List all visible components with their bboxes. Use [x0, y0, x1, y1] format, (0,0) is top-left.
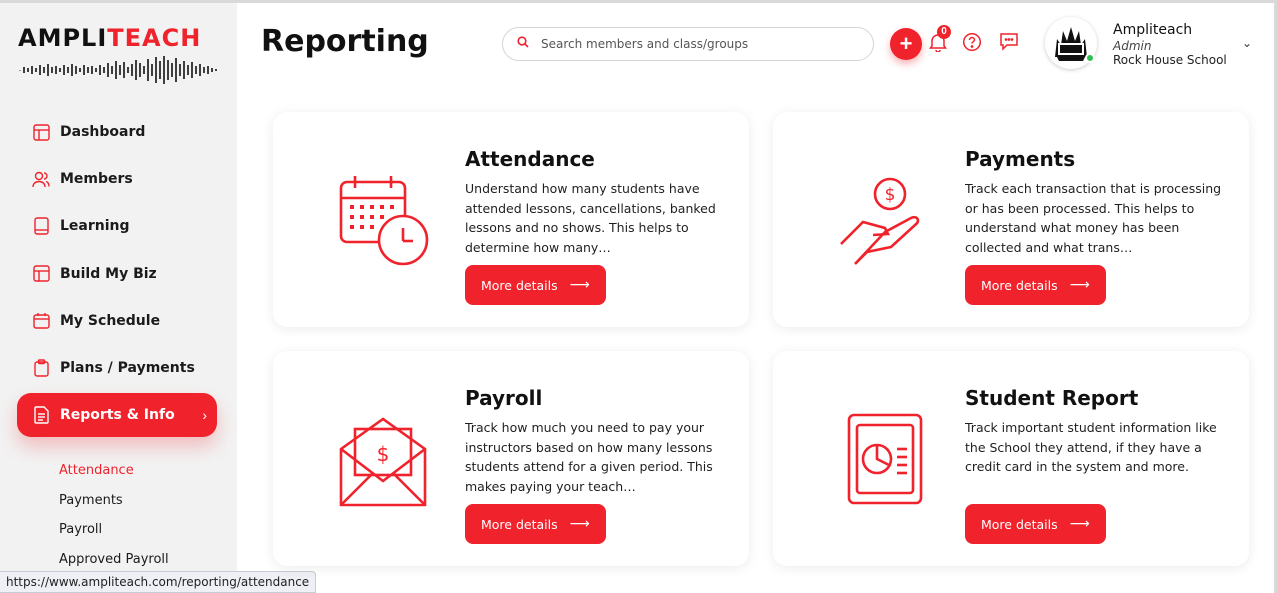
plus-icon: + [899, 31, 913, 56]
logo-text: AMPLITEACH [18, 24, 202, 52]
svg-text:$: $ [377, 442, 390, 466]
card-description: Understand how many students have attend… [465, 181, 716, 255]
report-card-attendance: Attendance Understand how many students … [273, 112, 749, 327]
arrow-right-icon: ⟶ [1069, 516, 1090, 532]
report-card-payroll: $ Payroll Track how much you need to pay… [273, 351, 749, 566]
card-description: Track important student information like… [965, 420, 1217, 474]
hand-coin-icon: $ [840, 177, 920, 265]
calendar-icon [32, 312, 50, 330]
card-title: Payroll [465, 386, 543, 410]
sidebar-item-build-my-biz[interactable]: Build My Biz [17, 252, 217, 296]
report-card-payments: $ Payments Track each transaction that i… [773, 112, 1249, 327]
subnav-item-payments[interactable]: Payments [59, 492, 169, 522]
sidebar-item-label: Plans / Payments [60, 359, 195, 376]
chevron-right-icon: › [202, 407, 207, 424]
scrollbar[interactable] [1268, 3, 1274, 593]
more-details-button[interactable]: More details ⟶ [465, 265, 606, 305]
add-button[interactable]: + [890, 28, 922, 60]
page-title: Reporting [261, 24, 429, 59]
sidebar-item-label: Members [60, 171, 133, 188]
report-chart-icon [847, 413, 923, 505]
subnav-item-payroll[interactable]: Payroll [59, 521, 169, 551]
more-details-button[interactable]: More details ⟶ [965, 504, 1106, 544]
card-description: Track how much you need to pay your inst… [465, 420, 713, 494]
more-details-button[interactable]: More details ⟶ [465, 504, 606, 544]
book-icon [32, 217, 50, 236]
messages-button[interactable] [997, 32, 1021, 56]
layout-icon [32, 265, 50, 283]
clipboard-icon [32, 359, 50, 377]
help-button[interactable] [960, 32, 984, 56]
report-card-student-report: Student Report Track important student i… [773, 351, 1249, 566]
chevron-down-icon[interactable]: ⌄ [1242, 36, 1252, 50]
sidebar-item-label: Reports & Info [60, 407, 175, 424]
sidebar-item-plans-payments[interactable]: Plans / Payments [17, 346, 217, 390]
calendar-clock-icon [339, 176, 429, 266]
subnav-item-attendance[interactable]: Attendance [59, 462, 169, 492]
members-icon [32, 170, 50, 188]
user-role: Admin [1113, 39, 1152, 53]
search-icon [517, 35, 529, 53]
sidebar-item-reports-info[interactable]: Reports & Info › [17, 393, 217, 438]
card-title: Student Report [965, 386, 1139, 410]
ampliteach-logo[interactable]: AMPLITEACH [18, 25, 218, 89]
card-title: Attendance [465, 147, 595, 171]
sidebar-item-label: Learning [60, 218, 130, 235]
help-icon [962, 32, 982, 57]
more-details-button[interactable]: More details ⟶ [965, 265, 1106, 305]
arrow-right-icon: ⟶ [1069, 277, 1090, 293]
sidebar-nav: Dashboard Members Learning Build My Biz … [17, 110, 217, 440]
sidebar-item-learning[interactable]: Learning [17, 204, 217, 248]
report-icon [32, 406, 50, 424]
envelope-money-icon: $ [339, 417, 427, 507]
card-description: Track each transaction that is processin… [965, 181, 1222, 255]
sidebar-item-label: Dashboard [60, 124, 146, 140]
svg-text:$: $ [885, 185, 896, 205]
dashboard-icon [32, 123, 50, 141]
user-name: Ampliteach [1113, 22, 1193, 38]
sidebar-item-dashboard[interactable]: Dashboard [17, 110, 217, 154]
sound-wave-icon [19, 56, 217, 84]
user-organization: Rock House School [1113, 53, 1227, 67]
search-input[interactable] [541, 37, 841, 51]
sidebar: AMPLITEACH Dashboard Members Learning Bu… [0, 3, 237, 593]
reports-subnav: Attendance Payments Payroll Approved Pay… [59, 462, 169, 580]
link-status-bar: https://www.ampliteach.com/reporting/att… [0, 571, 317, 593]
arrow-right-icon: ⟶ [569, 277, 590, 293]
online-status-dot [1085, 53, 1095, 63]
sidebar-item-my-schedule[interactable]: My Schedule [17, 299, 217, 343]
arrow-right-icon: ⟶ [569, 516, 590, 532]
chat-icon [999, 32, 1019, 56]
card-title: Payments [965, 147, 1076, 171]
user-menu[interactable]: Ampliteach Admin Rock House School [1113, 22, 1239, 67]
sidebar-item-label: My Schedule [60, 312, 161, 329]
sidebar-item-label: Build My Biz [60, 265, 157, 282]
notification-count-badge: 0 [937, 25, 951, 39]
search-bar[interactable] [502, 27, 874, 61]
sidebar-item-members[interactable]: Members [17, 157, 217, 201]
